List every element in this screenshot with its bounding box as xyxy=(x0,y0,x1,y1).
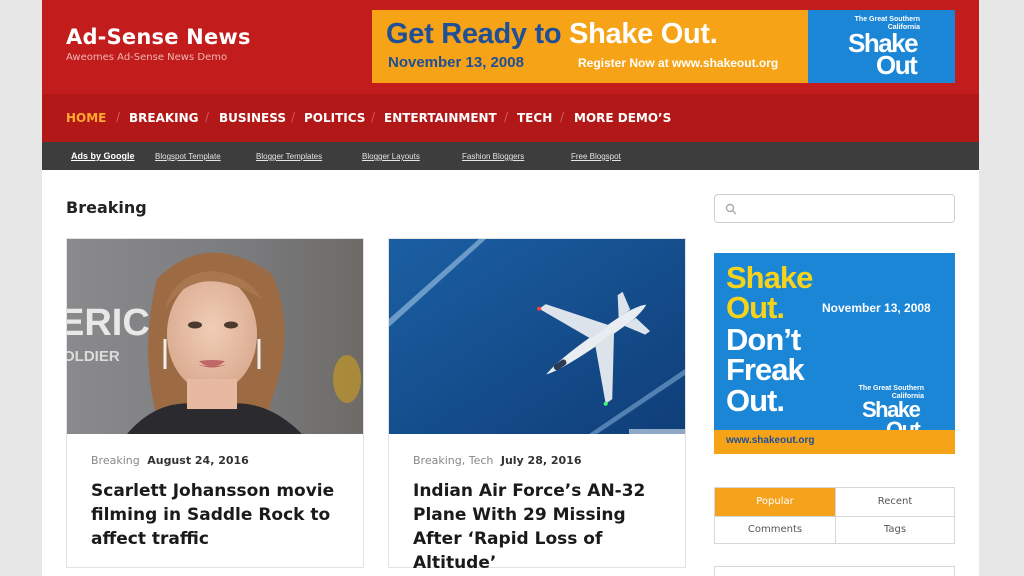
post-card[interactable]: Breaking, Tech July 28, 2016 Indian Air … xyxy=(388,238,686,573)
post-category-link[interactable]: Breaking xyxy=(91,454,140,467)
post-meta: Breaking, Tech July 28, 2016 xyxy=(413,454,582,467)
search-icon xyxy=(725,203,737,215)
sidebar-tab-content xyxy=(714,566,955,576)
post-thumbnail-image xyxy=(389,239,685,434)
post-category-link[interactable]: Tech xyxy=(469,454,494,467)
nav-separator: / xyxy=(291,110,296,124)
nav-item-politics[interactable]: POLITICS xyxy=(304,111,365,125)
nav-separator: / xyxy=(205,110,210,124)
sidebar-ad-url: www.shakeout.org xyxy=(726,435,815,446)
sidebar-ad-word: Shake xyxy=(726,260,813,295)
sidebar-tabs: Popular Recent Comments Tags xyxy=(714,487,955,544)
tab-comments[interactable]: Comments xyxy=(715,516,835,544)
sidebar-ad-word: Out. xyxy=(726,290,785,325)
ad-link[interactable]: Blogger Layouts xyxy=(362,152,420,161)
sidebar-ad-date: November 13, 2008 xyxy=(822,301,931,315)
banner-headline-part1: Get Ready to xyxy=(386,18,562,50)
svg-text:OLDIER: OLDIER xyxy=(67,348,120,365)
ads-by-google-label[interactable]: Ads by Google xyxy=(71,151,135,161)
post-title[interactable]: Indian Air Force’s AN-32 Plane With 29 M… xyxy=(413,479,671,575)
site-tagline: Aweomes Ad-Sense News Demo xyxy=(66,52,228,63)
post-thumbnail-image: ERIC OLDIER xyxy=(67,239,363,434)
post-category-link[interactable]: Breaking xyxy=(413,454,462,467)
section-title: Breaking xyxy=(66,198,147,217)
svg-text:ERIC: ERIC xyxy=(67,302,150,344)
banner-headline-part2: Shake Out. xyxy=(569,18,718,50)
search-box[interactable] xyxy=(714,194,955,223)
banner-headline: Get Ready to Shake Out. xyxy=(386,18,718,51)
nav-item-business[interactable]: BUSINESS xyxy=(219,111,286,125)
post-title[interactable]: Scarlett Johansson movie filming in Sadd… xyxy=(91,479,349,551)
main-navigation: HOME / BREAKING / BUSINESS / POLITICS / … xyxy=(42,94,979,142)
post-thumbnail[interactable]: ERIC OLDIER xyxy=(67,239,363,434)
nav-item-more-demos[interactable]: MORE DEMO’S xyxy=(574,111,671,125)
tab-recent[interactable]: Recent xyxy=(835,488,955,516)
banner-register-text: Register Now at www.shakeout.org xyxy=(578,56,779,70)
nav-item-home[interactable]: HOME xyxy=(66,111,106,125)
ad-link[interactable]: Blogspot Template xyxy=(155,152,221,161)
post-thumbnail[interactable] xyxy=(389,239,685,434)
nav-separator: / xyxy=(116,110,121,124)
post-category-separator: , xyxy=(461,454,469,467)
header-banner-ad[interactable]: Get Ready to Shake Out. November 13, 200… xyxy=(372,10,955,83)
sidebar-ad[interactable]: Shake Out. Don’t Freak Out. November 13,… xyxy=(714,253,955,454)
nav-separator: / xyxy=(371,110,376,124)
nav-item-breaking[interactable]: BREAKING xyxy=(129,111,199,125)
nav-item-entertainment[interactable]: ENTERTAINMENT xyxy=(384,111,497,125)
banner-logo-word2: Out xyxy=(876,50,918,80)
sidebar-ad-word: Don’t xyxy=(726,322,801,357)
ad-link[interactable]: Fashion Bloggers xyxy=(462,152,524,161)
site-container: Ad-Sense News Aweomes Ad-Sense News Demo… xyxy=(42,0,979,576)
search-input[interactable] xyxy=(743,199,948,219)
google-ads-bar: Ads by Google Blogspot Template Blogger … xyxy=(42,142,979,170)
post-card[interactable]: ERIC OLDIER Breaking August 24, 2016 Sca… xyxy=(66,238,364,568)
ad-link[interactable]: Blogger Templates xyxy=(256,152,322,161)
banner-shakeout-logo: The Great Southern California Shake Out xyxy=(808,10,955,83)
tab-tags[interactable]: Tags xyxy=(835,516,955,544)
post-date: August 24, 2016 xyxy=(147,454,249,467)
nav-item-tech[interactable]: TECH xyxy=(517,111,552,125)
sidebar-ad-word: Freak xyxy=(726,352,805,387)
nav-separator: / xyxy=(560,110,565,124)
post-meta: Breaking August 24, 2016 xyxy=(91,454,249,467)
ad-link[interactable]: Free Blogspot xyxy=(571,152,621,161)
post-date: July 28, 2016 xyxy=(500,454,582,467)
sidebar-ad-strip: www.shakeout.org xyxy=(714,430,955,454)
site-title[interactable]: Ad-Sense News xyxy=(66,25,251,49)
tab-divider xyxy=(715,516,954,517)
site-header: Ad-Sense News Aweomes Ad-Sense News Demo… xyxy=(42,0,979,94)
nav-separator: / xyxy=(504,110,509,124)
sidebar-ad-word: Out. xyxy=(726,383,785,418)
tab-popular[interactable]: Popular xyxy=(715,488,835,516)
banner-date: November 13, 2008 xyxy=(388,54,524,71)
